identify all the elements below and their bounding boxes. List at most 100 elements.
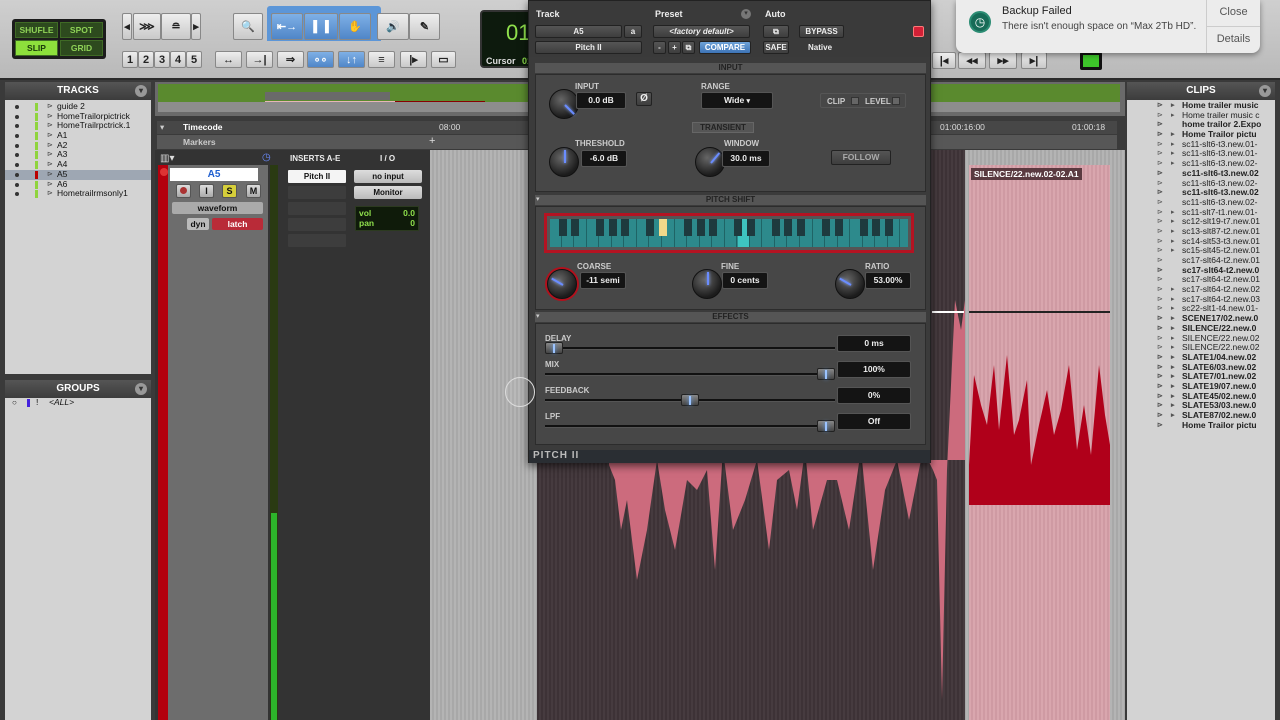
safe-button[interactable]: SAFE xyxy=(763,41,789,54)
dyn-button[interactable]: dyn xyxy=(187,218,209,230)
expand-icon[interactable]: ▸ xyxy=(1171,217,1175,227)
expand-icon[interactable]: ▸ xyxy=(1171,314,1175,324)
keyboard-keys[interactable] xyxy=(550,219,908,247)
mode-grid-button[interactable]: GRID xyxy=(60,40,103,56)
expand-icon[interactable]: ▸ xyxy=(1171,304,1175,314)
pause-icon[interactable] xyxy=(1080,52,1102,70)
preset-next-button[interactable]: + xyxy=(668,41,681,54)
clip-list-item[interactable]: ⊳ ▸ sc11-slt6-t3.new.02- xyxy=(1127,159,1275,169)
fx-slider-thumb[interactable] xyxy=(817,368,835,380)
insert-slot-d[interactable] xyxy=(288,218,346,231)
add-marker-icon[interactable]: + xyxy=(429,135,435,147)
black-key[interactable] xyxy=(834,219,843,236)
clip-list-item[interactable]: ⊳ ▸ sc12-slt19-t7.new.01 xyxy=(1127,217,1275,227)
fx-slider[interactable] xyxy=(545,420,835,432)
clip-list-item[interactable]: ⊳ Home Trailor pictu xyxy=(1127,421,1275,431)
fx-value[interactable]: 100% xyxy=(837,361,911,378)
track-visibility-icon[interactable] xyxy=(15,105,19,109)
clip-list-item[interactable]: ⊳ sc11-slt6-t3.new.02 xyxy=(1127,169,1275,179)
expand-icon[interactable]: ▸ xyxy=(1171,101,1175,111)
expand-icon[interactable]: ▸ xyxy=(1171,343,1175,353)
fx-slider-thumb[interactable] xyxy=(817,420,835,432)
input-value[interactable]: 0.0 dB xyxy=(576,92,626,109)
input-selector[interactable]: no input xyxy=(354,170,422,183)
white-key[interactable] xyxy=(901,219,908,247)
black-key[interactable] xyxy=(822,219,831,236)
mute-button[interactable]: M xyxy=(246,184,261,198)
scrubber-tool-icon[interactable]: 🔊 xyxy=(377,13,409,40)
preset-previous-button[interactable]: - xyxy=(653,41,666,54)
expand-icon[interactable]: ▸ xyxy=(1171,401,1175,411)
clip-list-item[interactable]: ⊳ ▸ sc17-slt64-t2.new.02 xyxy=(1127,285,1275,295)
window-icon[interactable]: ▭ xyxy=(431,51,456,68)
fx-value[interactable]: 0 ms xyxy=(837,335,911,352)
black-key[interactable] xyxy=(872,219,881,236)
black-key[interactable] xyxy=(658,219,667,236)
window-knob[interactable] xyxy=(695,147,725,177)
clip-list-item[interactable]: ⊳ ▸ Home Trailor pictu xyxy=(1127,130,1275,140)
expand-icon[interactable]: ▸ xyxy=(1171,140,1175,150)
black-key[interactable] xyxy=(859,219,868,236)
clip-list-item[interactable]: ⊳ ▸ sc13-slt87-t2.new.01 xyxy=(1127,227,1275,237)
track-list-item[interactable]: ⊳ A2 xyxy=(5,140,151,151)
window-value[interactable]: 30.0 ms xyxy=(722,150,770,167)
fx-value[interactable]: 0% xyxy=(837,387,911,404)
view-selector-icon[interactable]: ▥▾ xyxy=(160,153,174,164)
clip-list-item[interactable]: ⊳ ▸ sc11-slt6-t3.new.01- xyxy=(1127,149,1275,159)
clip-list-item[interactable]: ⊳ ▸ SLATE87/02.new.0 xyxy=(1127,411,1275,421)
track-visibility-icon[interactable] xyxy=(15,134,19,139)
track-list-item[interactable]: ⊳ A4 xyxy=(5,159,151,170)
expand-icon[interactable]: ▸ xyxy=(1171,324,1175,334)
track-visibility-icon[interactable] xyxy=(15,172,19,177)
zoom-preset-3[interactable]: 3 xyxy=(154,51,170,68)
expand-icon[interactable]: ▸ xyxy=(1171,334,1175,344)
end-icon[interactable]: ▸| xyxy=(1021,52,1047,69)
track-selector[interactable]: A5 xyxy=(535,25,622,38)
track-list-item[interactable]: ⊳ HomeTrailrpctrick.1 xyxy=(5,121,151,131)
mode-shuffle-button[interactable]: SHUFLE xyxy=(15,22,58,38)
clip-list-item[interactable]: ⊳ sc17-slt64-t2.new.0 xyxy=(1127,266,1275,276)
zoom-preset-5[interactable]: 5 xyxy=(186,51,202,68)
solo-button[interactable]: S xyxy=(222,184,237,198)
clip-list-item[interactable]: ⊳ sc11-slt6-t3.new.02 xyxy=(1127,188,1275,198)
clip-list-item[interactable]: ⊳ ▸ Home trailer music xyxy=(1127,101,1275,111)
automation-icon[interactable]: ⧉ xyxy=(763,25,789,38)
track-view-selector[interactable]: waveform xyxy=(172,202,263,214)
clip-list-item[interactable]: ⊳ ▸ SLATE7/01.new.02 xyxy=(1127,372,1275,382)
track-visibility-icon[interactable] xyxy=(15,192,19,197)
ratio-value[interactable]: 53.00% xyxy=(865,272,911,289)
fx-slider[interactable] xyxy=(545,368,835,380)
copy-settings-icon[interactable]: ⧉ xyxy=(682,41,695,54)
expand-icon[interactable]: ▸ xyxy=(1171,382,1175,392)
black-key[interactable] xyxy=(746,219,755,236)
pan-value[interactable]: 0 xyxy=(410,218,415,228)
scroll-right-icon[interactable]: ▸ xyxy=(191,13,201,40)
group-item[interactable]: ○ ! <ALL> xyxy=(5,397,151,408)
zoomer-tool-icon[interactable]: 🔍 xyxy=(233,13,263,40)
zoom-midi-icon[interactable]: ≘ xyxy=(161,13,191,40)
threshold-knob[interactable] xyxy=(549,147,579,177)
insertion-follows-icon[interactable]: ↓↑ xyxy=(338,51,365,68)
clip-list-item[interactable]: ⊳ ▸ sc14-slt53-t3.new.01 xyxy=(1127,237,1275,247)
close-button[interactable]: Close xyxy=(1207,0,1260,26)
automation-follows-edit-icon[interactable]: ∘∘ xyxy=(307,51,334,68)
selector-tool-icon[interactable]: ▌▐ xyxy=(304,13,338,40)
ratio-knob[interactable] xyxy=(835,269,865,299)
clip-list-item[interactable]: ⊳ ▸ SILENCE/22.new.0 xyxy=(1127,324,1275,334)
expand-icon[interactable]: ▸ xyxy=(1171,208,1175,218)
expand-icon[interactable]: ▸ xyxy=(1171,353,1175,363)
expand-icon[interactable]: ▸ xyxy=(1171,392,1175,402)
insert-slot-c[interactable] xyxy=(288,202,346,215)
fx-slider-thumb[interactable] xyxy=(545,342,563,354)
fast-forward-icon[interactable]: ▸▸ xyxy=(989,52,1017,69)
clip-list-item[interactable]: ⊳ ▸ SLATE53/03.new.0 xyxy=(1127,401,1275,411)
black-key[interactable] xyxy=(608,219,617,236)
black-key[interactable] xyxy=(884,219,893,236)
link-timeline-icon[interactable]: →| xyxy=(246,51,273,68)
monitor-selector[interactable]: Monitor xyxy=(354,186,422,199)
clip-list-item[interactable]: ⊳ ▸ sc15-slt45-t2.new.01 xyxy=(1127,246,1275,256)
clip-list-item[interactable]: ⊳ sc11-slt6-t3.new.02- xyxy=(1127,198,1275,208)
expand-icon[interactable]: ▸ xyxy=(1171,285,1175,295)
black-key[interactable] xyxy=(696,219,705,236)
fx-slider[interactable] xyxy=(545,342,835,354)
